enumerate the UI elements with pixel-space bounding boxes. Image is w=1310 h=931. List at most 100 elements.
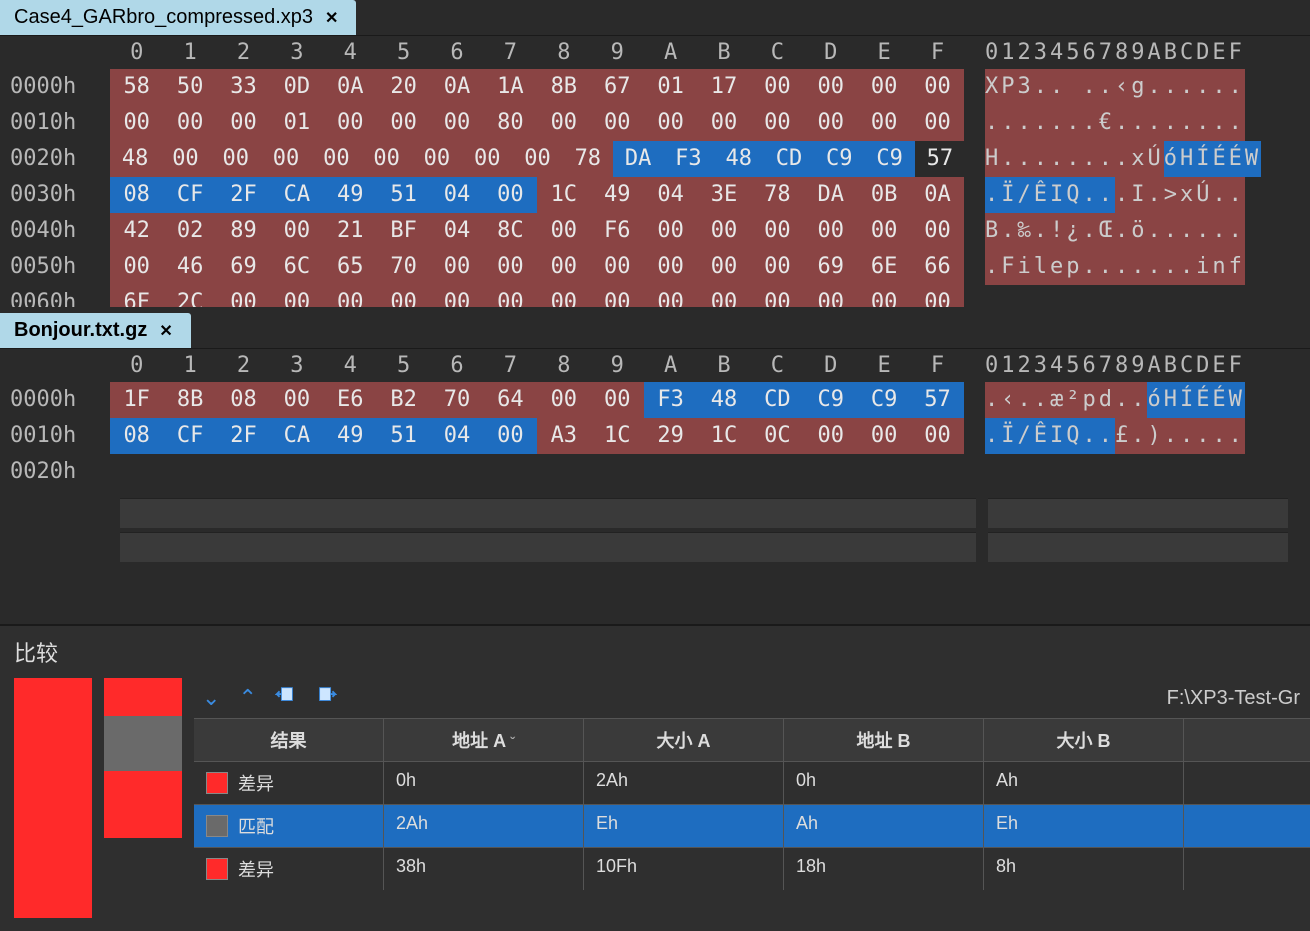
hex-byte[interactable]: BF xyxy=(377,213,430,249)
hex-byte[interactable]: 00 xyxy=(484,285,537,307)
table-header[interactable]: 地址 B xyxy=(784,719,984,761)
hex-byte[interactable]: 66 xyxy=(911,249,964,285)
hex-byte[interactable]: 46 xyxy=(163,249,216,285)
hex-byte[interactable]: 6F xyxy=(110,285,163,307)
hex-byte[interactable] xyxy=(217,454,270,490)
hex-byte[interactable]: 00 xyxy=(697,213,750,249)
overview-segment[interactable] xyxy=(14,678,92,918)
hex-byte[interactable] xyxy=(163,454,216,490)
hex-byte[interactable]: 00 xyxy=(361,141,411,177)
hex-row[interactable]: 0020h xyxy=(0,454,1310,490)
hex-byte[interactable]: 00 xyxy=(911,105,964,141)
hex-byte[interactable]: 00 xyxy=(804,213,857,249)
table-row[interactable]: 差异 38h 10Fh 18h 8h xyxy=(194,847,1310,890)
hex-row[interactable]: 0010h00000001000000800000000000000000...… xyxy=(0,105,1310,141)
hex-byte[interactable]: 48 xyxy=(110,141,160,177)
hex-byte[interactable]: 21 xyxy=(324,213,377,249)
hex-byte[interactable]: 20 xyxy=(377,69,430,105)
hex-byte[interactable]: 08 xyxy=(110,177,163,213)
hex-byte[interactable] xyxy=(751,454,804,490)
ascii-segment[interactable]: óHÍÉÉW xyxy=(1164,141,1261,177)
hex-byte[interactable]: 00 xyxy=(163,105,216,141)
hex-byte[interactable]: 89 xyxy=(217,213,270,249)
hex-byte[interactable]: 00 xyxy=(591,249,644,285)
hex-byte[interactable]: 00 xyxy=(462,141,512,177)
hex-byte[interactable]: 33 xyxy=(217,69,270,105)
hex-byte[interactable]: 00 xyxy=(537,105,590,141)
hex-byte[interactable]: 69 xyxy=(217,249,270,285)
hex-byte[interactable]: 80 xyxy=(484,105,537,141)
hex-byte[interactable]: 65 xyxy=(324,249,377,285)
hex-byte[interactable]: 00 xyxy=(270,285,323,307)
hex-byte[interactable]: 0D xyxy=(270,69,323,105)
hex-byte[interactable]: 00 xyxy=(537,382,590,418)
hex-byte[interactable]: 00 xyxy=(110,249,163,285)
hex-byte[interactable] xyxy=(644,454,697,490)
hex-byte[interactable]: 69 xyxy=(804,249,857,285)
hex-row[interactable]: 0000h1F8B0800E6B270640000F348CDC9C957.‹.… xyxy=(0,382,1310,418)
hex-byte[interactable]: 8B xyxy=(537,69,590,105)
hex-byte[interactable]: 78 xyxy=(563,141,613,177)
hex-byte[interactable]: 00 xyxy=(484,418,537,454)
hex-row[interactable]: 0040h4202890021BF048C00F6000000000000B.‰… xyxy=(0,213,1310,249)
hex-row[interactable]: 0030h08CF2FCA495104001C49043E78DA0B0A.Ï/… xyxy=(0,177,1310,213)
hex-byte[interactable]: 00 xyxy=(484,249,537,285)
hex-byte[interactable] xyxy=(270,454,323,490)
hex-byte[interactable] xyxy=(430,454,483,490)
hex-byte[interactable]: 48 xyxy=(714,141,764,177)
hex-byte[interactable]: 0A xyxy=(324,69,377,105)
hex-byte[interactable]: 00 xyxy=(377,105,430,141)
prev-diff-icon[interactable]: ⌃ xyxy=(238,685,256,711)
hex-byte[interactable] xyxy=(804,454,857,490)
hex-byte[interactable]: 00 xyxy=(217,285,270,307)
hex-byte[interactable]: C9 xyxy=(804,382,857,418)
hex-byte[interactable]: 01 xyxy=(270,105,323,141)
ascii-segment[interactable]: .Ï/ÊIQ.. xyxy=(985,418,1115,454)
hex-byte[interactable]: 8C xyxy=(484,213,537,249)
hex-byte[interactable]: 00 xyxy=(324,105,377,141)
table-header[interactable]: 大小 B xyxy=(984,719,1184,761)
hex-byte[interactable]: 57 xyxy=(915,141,965,177)
hex-byte[interactable] xyxy=(857,454,910,490)
hex-byte[interactable]: 70 xyxy=(430,382,483,418)
hex-byte[interactable]: 00 xyxy=(911,69,964,105)
hex-row[interactable]: 0020h48000000000000000078DAF348CDC9C957H… xyxy=(0,141,1310,177)
ascii-segment[interactable]: .......€........ xyxy=(985,105,1245,141)
hex-byte[interactable]: F3 xyxy=(644,382,697,418)
hex-byte[interactable]: 00 xyxy=(644,213,697,249)
hex-byte[interactable]: A3 xyxy=(537,418,590,454)
hex-byte[interactable]: 00 xyxy=(110,105,163,141)
hex-byte[interactable]: 1C xyxy=(591,418,644,454)
ascii-segment[interactable]: .Filep.......inf xyxy=(985,249,1245,285)
close-tab-icon[interactable]: ✕ xyxy=(325,8,338,28)
hex-byte[interactable]: 00 xyxy=(697,249,750,285)
hex-byte[interactable]: 1A xyxy=(484,69,537,105)
overview-segment[interactable] xyxy=(104,716,182,770)
file-tab-2[interactable]: Bonjour.txt.gz ✕ xyxy=(0,313,191,348)
hex-byte[interactable]: 0A xyxy=(911,177,964,213)
hex-byte[interactable]: 02 xyxy=(163,213,216,249)
hex-byte[interactable]: 08 xyxy=(110,418,163,454)
hex-byte[interactable]: 00 xyxy=(512,141,562,177)
hex-byte[interactable]: 00 xyxy=(412,141,462,177)
hex-byte[interactable]: 1F xyxy=(110,382,163,418)
hex-byte[interactable]: 50 xyxy=(163,69,216,105)
hex-byte[interactable]: 00 xyxy=(857,105,910,141)
close-tab-icon[interactable]: ✕ xyxy=(159,321,172,341)
ascii-segment[interactable]: .Ï/ÊIQ.. xyxy=(985,177,1115,213)
hex-byte[interactable]: 00 xyxy=(217,105,270,141)
hex-byte[interactable]: 00 xyxy=(804,69,857,105)
hex-byte[interactable]: 00 xyxy=(311,141,361,177)
hex-byte[interactable]: 00 xyxy=(911,285,964,307)
hex-byte[interactable]: 2F xyxy=(217,418,270,454)
hex-byte[interactable]: 00 xyxy=(537,249,590,285)
hex-byte[interactable]: C9 xyxy=(857,382,910,418)
hex-byte[interactable]: 00 xyxy=(751,213,804,249)
hex-byte[interactable]: 48 xyxy=(697,382,750,418)
hex-byte[interactable]: 17 xyxy=(697,69,750,105)
hex-byte[interactable]: 00 xyxy=(751,249,804,285)
ascii-segment[interactable]: H........xÚ xyxy=(985,141,1164,177)
hex-byte[interactable]: CF xyxy=(163,418,216,454)
hex-byte[interactable]: 00 xyxy=(160,141,210,177)
hex-byte[interactable]: 1C xyxy=(697,418,750,454)
